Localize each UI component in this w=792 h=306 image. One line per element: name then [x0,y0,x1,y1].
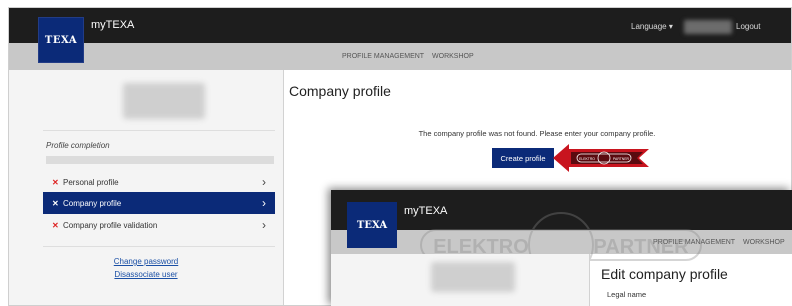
sub-navigation: PROFILE MANAGEMENT WORKSHOP [9,43,791,70]
change-password-link[interactable]: Change password [9,257,283,266]
chevron-right-icon: › [262,196,266,210]
partner-text: PARTNER [613,157,629,161]
username-redacted [684,20,732,34]
incomplete-icon: ✕ [52,198,59,208]
nav-workshop[interactable]: WORKSHOP [432,53,474,60]
divider [43,246,275,247]
profile-not-found-message: The company profile was not found. Pleas… [418,129,656,138]
menu-item-personal-profile[interactable]: ✕ Personal profile › [43,171,275,193]
chevron-right-icon: › [262,218,266,232]
screenshot: myTEXA Language ▾ Logout TEXA PROFILE MA… [0,0,792,306]
menu-item-label: Company profile [63,198,122,208]
menu-item-label: Personal profile [63,177,119,187]
edit-profile-window: myTEXA TEXA PROFILE MANAGEMENT WORKSHOP … [331,190,792,306]
top-bar: myTEXA Language ▾ Logout [9,8,791,43]
profile-sidebar: Profile completion ✕ Personal profile › … [9,70,283,305]
profile-completion-label: Profile completion [46,141,110,150]
divider [43,130,275,131]
red-arrow-annotation: ELEKTRO PARTNER [553,144,649,172]
texa-logo-text: TEXA [356,219,388,231]
incomplete-icon: ✕ [52,220,59,230]
avatar-redacted [431,262,515,292]
app-title[interactable]: myTEXA [91,19,134,31]
logout-link[interactable]: Logout [736,22,760,31]
column-divider [589,254,590,306]
legal-name-label: Legal name [607,290,647,299]
disassociate-user-link[interactable]: Disassociate user [9,270,283,279]
profile-completion-bar [46,156,274,164]
texa-logo-text: TEXA [44,34,78,46]
chevron-right-icon: › [262,175,266,189]
menu-item-company-profile[interactable]: ✕ Company profile › [43,192,275,214]
elektro-text: ELEKTRO [579,157,595,161]
language-menu[interactable]: Language ▾ [631,22,673,31]
edit-page-title: Edit company profile [601,266,728,282]
menu-item-company-profile-validation[interactable]: ✕ Company profile validation › [43,214,275,236]
avatar-redacted [123,83,205,119]
incomplete-icon: ✕ [52,177,59,187]
column-divider [283,70,284,305]
nav-workshop[interactable]: WORKSHOP [743,239,785,246]
texa-logo[interactable]: TEXA [347,202,397,248]
page-title: Company profile [289,83,391,99]
menu-item-label: Company profile validation [63,220,158,230]
watermark-partner-text: PARTNER [593,236,689,258]
nav-profile-management[interactable]: PROFILE MANAGEMENT [342,53,424,60]
texa-logo[interactable]: TEXA [38,17,84,63]
create-profile-button[interactable]: Create profile [492,148,554,168]
